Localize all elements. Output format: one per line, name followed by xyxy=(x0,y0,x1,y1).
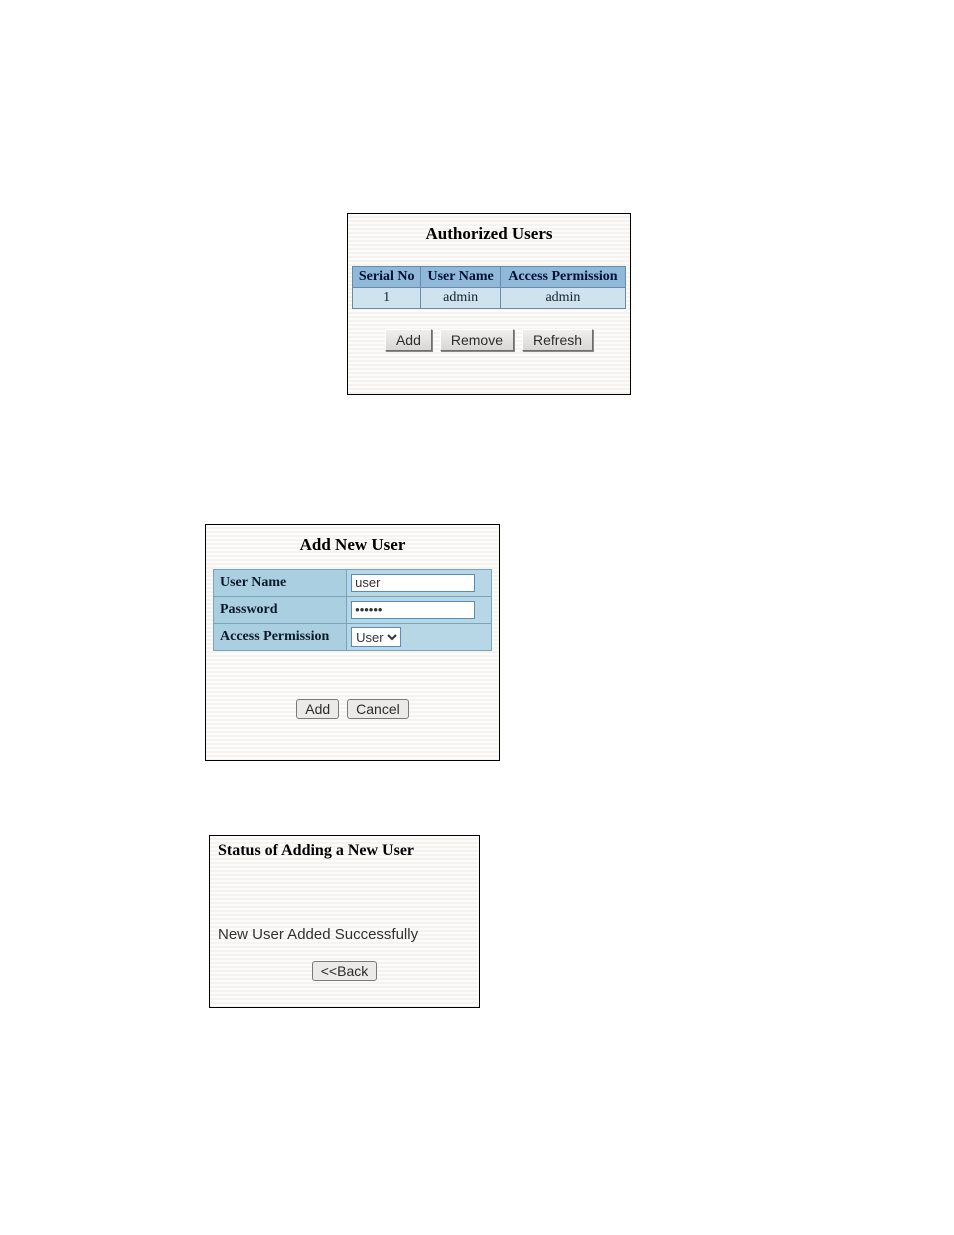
password-input[interactable] xyxy=(351,601,475,619)
add-new-user-form: User Name Password Access Permission Use… xyxy=(213,569,492,651)
back-button[interactable]: <<Back xyxy=(312,961,377,981)
add-submit-button[interactable]: Add xyxy=(296,699,339,719)
label-access-permission: Access Permission xyxy=(214,624,347,651)
cell-serial-no: 1 xyxy=(353,288,421,309)
cell-user-name: admin xyxy=(421,288,501,309)
status-title: Status of Adding a New User xyxy=(210,836,479,868)
status-button-row: <<Back xyxy=(210,961,479,981)
cell-access-permission: admin xyxy=(500,288,625,309)
user-name-input[interactable] xyxy=(351,574,475,592)
authorized-users-title: Authorized Users xyxy=(348,214,630,266)
authorized-users-panel: Authorized Users Serial No User Name Acc… xyxy=(347,213,631,395)
remove-button[interactable]: Remove xyxy=(440,329,514,351)
status-panel: Status of Adding a New User New User Add… xyxy=(209,835,480,1008)
add-new-user-button-row: Add Cancel xyxy=(206,699,499,719)
label-user-name: User Name xyxy=(214,570,347,597)
access-permission-select[interactable]: User xyxy=(351,627,401,647)
authorized-users-table: Serial No User Name Access Permission 1 … xyxy=(352,266,626,309)
cancel-button[interactable]: Cancel xyxy=(347,699,409,719)
table-header-row: Serial No User Name Access Permission xyxy=(353,267,626,288)
col-serial-no: Serial No xyxy=(353,267,421,288)
refresh-button[interactable]: Refresh xyxy=(522,329,593,351)
add-new-user-title: Add New User xyxy=(206,525,499,569)
add-new-user-panel: Add New User User Name Password Access P… xyxy=(205,524,500,761)
col-user-name: User Name xyxy=(421,267,501,288)
authorized-users-button-row: Add Remove Refresh xyxy=(348,329,630,351)
col-access-permission: Access Permission xyxy=(500,267,625,288)
status-message: New User Added Successfully xyxy=(210,868,479,953)
label-password: Password xyxy=(214,597,347,624)
table-row[interactable]: 1 admin admin xyxy=(353,288,626,309)
add-button[interactable]: Add xyxy=(385,329,432,351)
